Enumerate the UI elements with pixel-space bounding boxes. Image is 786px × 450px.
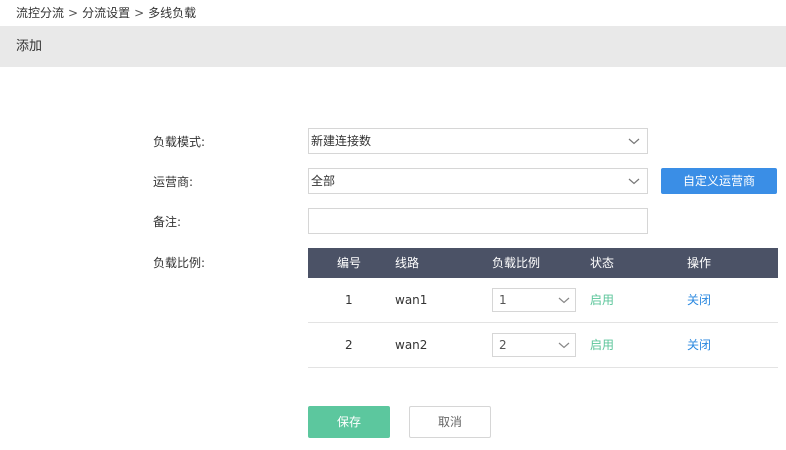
load-mode-select[interactable]: 新建连接数 [308, 128, 648, 154]
ratio-value: 1 [499, 293, 507, 307]
column-header-status: 状态 [590, 256, 615, 270]
ratio-select[interactable]: 1 [492, 288, 576, 312]
row-id: 1 [345, 293, 353, 307]
column-header-id: 编号 [337, 256, 362, 270]
row-line: wan1 [395, 293, 428, 307]
table-row: 2 wan2 2 启用 关闭 [308, 323, 778, 368]
breadcrumb-item-split-settings[interactable]: 分流设置 [82, 6, 130, 20]
chevron-down-icon [628, 178, 640, 185]
load-mode-value: 新建连接数 [311, 134, 372, 148]
remark-label: 备注: [153, 215, 182, 229]
chevron-down-icon [628, 138, 640, 145]
row-line: wan2 [395, 338, 428, 352]
column-header-action: 操作 [687, 256, 712, 270]
table-header: 编号 线路 负载比例 状态 操作 [308, 248, 778, 278]
cancel-button[interactable]: 取消 [409, 406, 491, 438]
breadcrumb: 流控分流 > 分流设置 > 多线负载 [16, 5, 196, 21]
section-header: 添加 [0, 26, 786, 67]
disable-link[interactable]: 关闭 [687, 338, 711, 352]
custom-isp-button[interactable]: 自定义运营商 [661, 168, 777, 194]
column-header-ratio: 负载比例 [492, 256, 541, 270]
disable-link[interactable]: 关闭 [687, 293, 711, 307]
isp-value: 全部 [311, 174, 336, 188]
column-header-line: 线路 [395, 256, 420, 270]
ratio-value: 2 [499, 338, 507, 352]
ratio-select[interactable]: 2 [492, 333, 576, 357]
load-ratio-label: 负载比例: [153, 256, 206, 270]
status-badge: 启用 [590, 293, 615, 307]
breadcrumb-item-multi-line-load: 多线负载 [148, 6, 197, 20]
breadcrumb-separator: > [134, 6, 145, 20]
isp-label: 运营商: [153, 175, 194, 189]
save-button[interactable]: 保存 [308, 406, 390, 438]
status-badge: 启用 [590, 338, 615, 352]
load-mode-label: 负载模式: [153, 135, 206, 149]
load-ratio-table: 编号 线路 负载比例 状态 操作 1 wan1 1 启用 关闭 2 wan2 2… [308, 248, 778, 368]
breadcrumb-item-flow-control[interactable]: 流控分流 [16, 6, 64, 20]
table-row: 1 wan1 1 启用 关闭 [308, 278, 778, 323]
chevron-down-icon [558, 297, 570, 304]
row-id: 2 [345, 338, 353, 352]
chevron-down-icon [558, 342, 570, 349]
breadcrumb-separator: > [68, 6, 79, 20]
isp-select[interactable]: 全部 [308, 168, 648, 194]
section-title: 添加 [16, 39, 43, 54]
remark-input[interactable] [308, 208, 648, 234]
